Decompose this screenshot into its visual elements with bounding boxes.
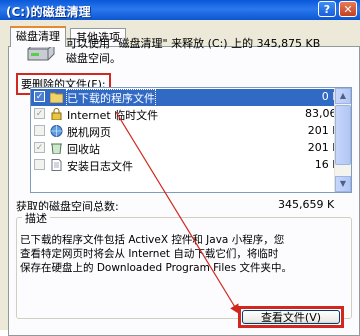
scroll-thumb[interactable] xyxy=(335,105,351,165)
description-line-2: 查看特定网页时将会从 Internet 自动下载它们，将临时 xyxy=(20,248,279,260)
intro-line-2: 磁盘空间。 xyxy=(66,52,121,65)
intro-line-1: 可以使用 "磁盘清理" 来释放 (C:) 上的 345,875 KB xyxy=(66,37,321,50)
title-bar: (C:)的磁盘清理 ? ✕ xyxy=(0,0,360,20)
list-item[interactable]: 安装日志文件 16 KB xyxy=(31,157,351,174)
list-item[interactable]: ✓ 已下载的程序文件 0 KB xyxy=(31,89,351,107)
intro-text: 可以使用 "磁盘清理" 来释放 (C:) 上的 345,875 KB 磁盘空间。 xyxy=(66,36,356,66)
tab-disk-cleanup[interactable]: 磁盘清理 xyxy=(10,26,66,47)
window-title: (C:)的磁盘清理 xyxy=(6,5,91,19)
close-button[interactable]: ✕ xyxy=(339,1,357,17)
checkbox[interactable]: ✓ xyxy=(34,142,45,153)
total-space-value: 345,659 K xyxy=(278,198,335,211)
file-name: 脱机网页 xyxy=(67,126,111,139)
list-item[interactable]: 脱机网页 201 KB xyxy=(31,123,351,140)
list-item[interactable]: ✓ Internet 临时文件 83,06... xyxy=(31,106,351,123)
file-name: 已下载的程序文件 xyxy=(66,89,156,107)
scroll-up-icon[interactable]: ▲ xyxy=(335,88,351,104)
file-name: 回收站 xyxy=(67,143,100,156)
checkbox[interactable] xyxy=(34,125,45,136)
help-button[interactable]: ? xyxy=(318,1,336,17)
description-title: 描述 xyxy=(22,210,50,226)
list-scrollbar[interactable]: ▲ ▼ xyxy=(334,88,351,192)
globe-icon xyxy=(50,125,63,137)
file-name: 安装日志文件 xyxy=(67,160,133,173)
description-text: 已下载的程序文件包括 ActiveX 控件和 Java 小程序，您 查看特定网页… xyxy=(20,233,338,275)
recycle-bin-icon xyxy=(51,143,62,154)
scroll-down-icon[interactable]: ▼ xyxy=(335,176,351,192)
checkbox[interactable] xyxy=(34,159,45,170)
checkbox[interactable]: ✓ xyxy=(34,108,45,119)
files-list[interactable]: ✓ 已下载的程序文件 0 KB ✓ Internet 临时文件 83,06...… xyxy=(30,87,352,193)
view-files-button[interactable]: 查看文件(V) xyxy=(238,306,344,328)
document-icon xyxy=(51,159,62,171)
view-files-label: 查看文件(V) xyxy=(242,310,340,324)
file-name: Internet 临时文件 xyxy=(67,109,159,122)
description-line-1: 已下载的程序文件包括 ActiveX 控件和 Java 小程序，您 xyxy=(20,234,285,246)
description-line-3: 保存在硬盘上的 Downloaded Program Files 文件夹中。 xyxy=(20,262,293,274)
list-item[interactable]: ✓ 回收站 201 KB xyxy=(31,140,351,157)
folder-icon xyxy=(50,92,63,103)
lock-icon xyxy=(51,108,62,120)
checkbox[interactable]: ✓ xyxy=(34,91,45,102)
